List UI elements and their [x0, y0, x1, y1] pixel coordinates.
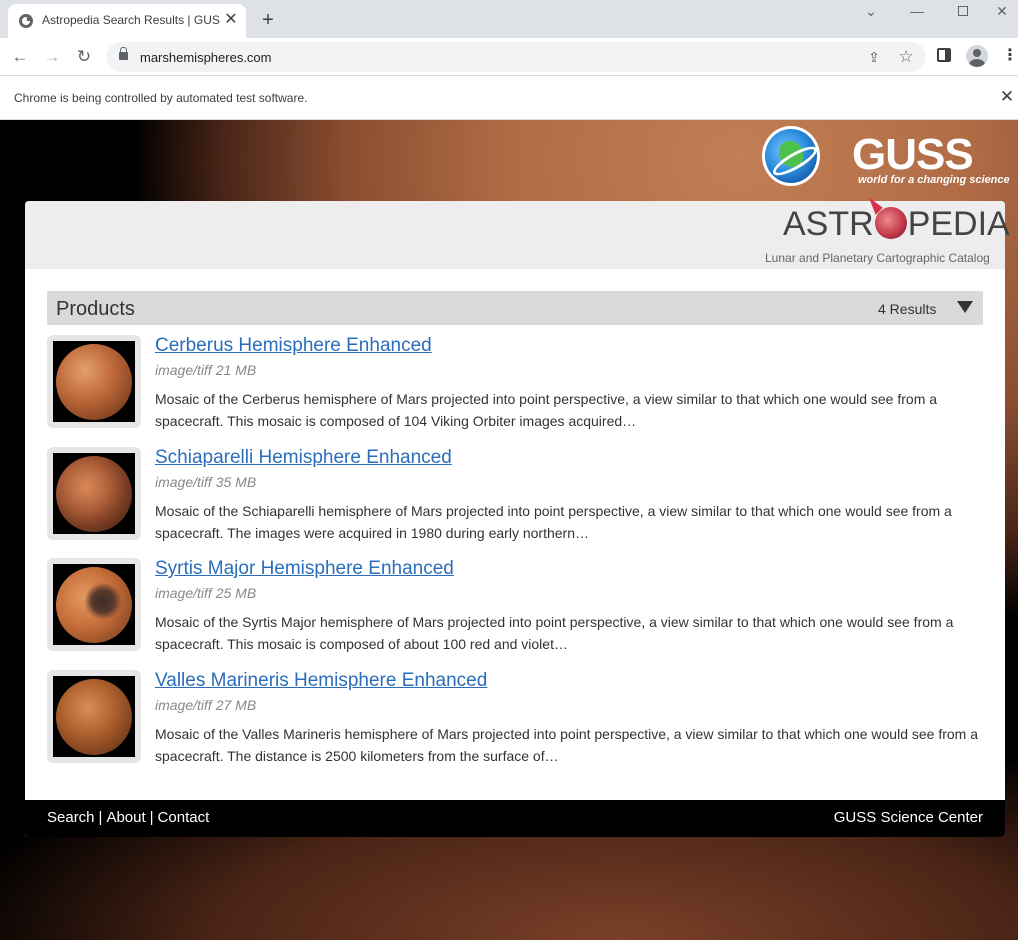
result-item: Schiaparelli Hemisphere Enhanced image/t… [47, 447, 987, 547]
back-arrow-icon[interactable]: ← [8, 45, 32, 69]
side-panel-icon[interactable] [937, 48, 951, 62]
maximize-icon[interactable] [940, 0, 986, 22]
thumbnail-frame [53, 453, 135, 534]
result-description: Mosaic of the Valles Marineris hemispher… [155, 726, 979, 764]
thumbnail-frame [53, 564, 135, 645]
thumbnail-frame [53, 341, 135, 422]
guss-logo[interactable]: GUSS world for a changing science [852, 130, 1010, 190]
globe-logo-icon[interactable] [762, 126, 820, 186]
result-description: Mosaic of the Cerberus hemisphere of Mar… [155, 391, 938, 429]
products-title: Products [56, 298, 135, 320]
mars-thumbnail-image [56, 344, 132, 420]
url-text[interactable]: marshemispheres.com [140, 50, 272, 65]
planet-logo-icon [874, 207, 907, 239]
reload-icon[interactable]: ↻ [72, 45, 96, 69]
astropedia-logo[interactable]: ASTR PEDIA [783, 205, 1010, 244]
footer-contact-link[interactable]: Contact [158, 809, 210, 826]
footer-about-link[interactable]: About [106, 809, 145, 826]
astropedia-logo-right: PEDIA [907, 205, 1010, 243]
address-bar[interactable]: marshemispheres.com ⇪ ☆ [106, 42, 926, 72]
tab-close-icon[interactable]: ✕ [222, 11, 240, 29]
mars-thumbnail-image [56, 679, 132, 755]
thumbnail-frame [53, 676, 135, 757]
profile-avatar-icon[interactable] [966, 45, 988, 67]
page-background: GUSS world for a changing science ASTR PE… [0, 120, 1018, 940]
result-thumbnail[interactable] [47, 335, 141, 428]
bookmark-star-icon[interactable]: ☆ [896, 47, 916, 67]
astropedia-logo-left: ASTR [783, 205, 874, 243]
new-tab-icon[interactable]: + [256, 8, 280, 32]
result-thumbnail[interactable] [47, 558, 141, 651]
footer-science-center-link[interactable]: GUSS Science Center [834, 809, 983, 826]
astropedia-subtitle: Lunar and Planetary Cartographic Catalog [765, 251, 990, 265]
tab-search-chevron-icon[interactable]: ⌄ [848, 0, 894, 22]
browser-toolbar: ← → ↻ marshemispheres.com ⇪ ☆ [0, 38, 1018, 76]
card-header: ASTR PEDIA Lunar and Planetary Cartograph… [25, 201, 1010, 269]
globe-favicon-icon [19, 14, 33, 28]
result-title-link[interactable]: Schiaparelli Hemisphere Enhanced [155, 447, 452, 469]
window-close-icon[interactable]: ✕ [986, 0, 1018, 22]
footer-search-link[interactable]: Search [47, 809, 95, 826]
automation-infobar: Chrome is being controlled by automated … [0, 76, 1018, 120]
kebab-menu-icon[interactable]: ⋮ [1002, 46, 1018, 66]
guss-tagline: world for a changing science [858, 174, 1010, 186]
result-title-link[interactable]: Syrtis Major Hemisphere Enhanced [155, 558, 454, 580]
page-footer: Search | About | Contact GUSS Science Center [25, 800, 1005, 837]
browser-titlebar: Astropedia Search Results | GUSS ✕ + ⌄ —… [0, 0, 1018, 38]
result-item: Cerberus Hemisphere Enhanced image/tiff … [47, 335, 987, 435]
result-meta: image/tiff 27 MB [155, 697, 257, 713]
minimize-icon[interactable]: — [894, 0, 940, 22]
result-item: Syrtis Major Hemisphere Enhanced image/t… [47, 558, 987, 658]
infobar-message: Chrome is being controlled by automated … [14, 91, 308, 105]
result-thumbnail[interactable] [47, 447, 141, 540]
result-title-link[interactable]: Cerberus Hemisphere Enhanced [155, 335, 432, 357]
result-description: Mosaic of the Syrtis Major hemisphere of… [155, 614, 954, 652]
results-count: 4 Results [878, 301, 937, 317]
browser-tab[interactable]: Astropedia Search Results | GUSS ✕ [8, 4, 246, 38]
guss-logo-text: GUSS [852, 130, 974, 179]
result-thumbnail[interactable] [47, 670, 141, 763]
footer-separator: | [98, 809, 103, 826]
mars-thumbnail-image [56, 456, 132, 532]
result-meta: image/tiff 21 MB [155, 362, 257, 378]
result-item: Valles Marineris Hemisphere Enhanced ima… [47, 670, 987, 770]
products-bar[interactable]: Products 4 Results [47, 291, 983, 325]
collapse-triangle-icon[interactable] [957, 301, 973, 313]
result-meta: image/tiff 25 MB [155, 585, 257, 601]
result-title-link[interactable]: Valles Marineris Hemisphere Enhanced [155, 670, 487, 692]
share-icon[interactable]: ⇪ [864, 47, 884, 67]
infobar-close-icon[interactable]: ✕ [998, 87, 1016, 107]
result-meta: image/tiff 35 MB [155, 474, 257, 490]
footer-separator: | [149, 809, 154, 826]
result-description: Mosaic of the Schiaparelli hemisphere of… [155, 503, 952, 541]
results-card: ASTR PEDIA Lunar and Planetary Cartograph… [25, 201, 1010, 837]
forward-arrow-icon[interactable]: → [40, 45, 64, 69]
mars-thumbnail-image [56, 567, 132, 643]
lock-icon[interactable] [119, 47, 128, 60]
footer-links: Search | About | Contact [47, 809, 209, 826]
tab-title: Astropedia Search Results | GUSS [42, 13, 220, 27]
